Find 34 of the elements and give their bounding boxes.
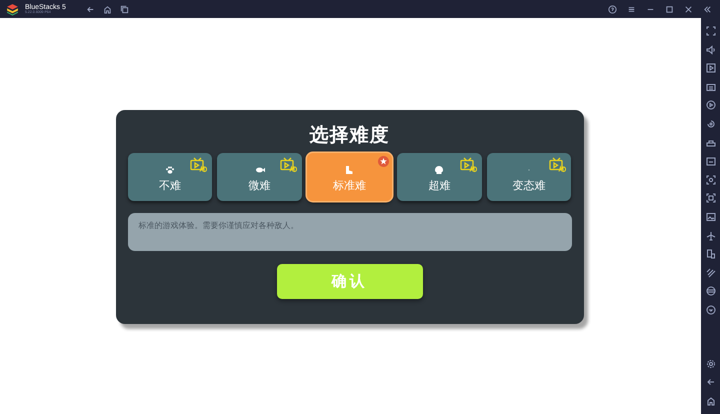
home-icon[interactable] [706,396,716,406]
capture-icon[interactable] [706,193,716,204]
description-text: 标准的游戏体验。需要你谨慎应对各种敌人。 [128,213,572,251]
back-icon[interactable] [86,4,95,14]
collapse-icon[interactable] [703,4,712,14]
dialog-title: 选择难度 [310,123,390,148]
back-icon[interactable] [706,377,716,388]
difficulty-option[interactable]: 不难 [128,153,212,201]
help-icon[interactable] [608,4,617,14]
app-logo [6,2,19,16]
close-icon[interactable] [684,4,693,14]
video-icon[interactable] [706,63,716,74]
difficulty-option[interactable]: 微难 [217,153,302,201]
screenshot-icon[interactable] [706,174,716,185]
settings-icon[interactable] [706,358,716,369]
menu-icon[interactable] [627,4,636,14]
record-icon[interactable] [706,100,716,110]
fullscreen-icon[interactable] [706,26,716,36]
pages-icon[interactable] [120,4,129,14]
paw-icon [166,166,174,174]
airplane-icon[interactable] [706,230,716,241]
shake-icon[interactable] [706,268,716,278]
volume-icon[interactable] [706,44,716,55]
skull-icon [435,166,444,174]
difficulty-option[interactable]: 变态难 [486,153,572,201]
difficulty-option[interactable]: 超难 [396,153,482,201]
star-badge-icon [378,156,389,167]
rotate-icon[interactable] [706,118,716,129]
devices-icon[interactable] [706,249,716,260]
maximize-icon[interactable] [665,4,674,14]
home-icon[interactable] [102,4,112,14]
boot-icon [346,166,353,174]
gallery-icon[interactable] [706,212,716,222]
fish-icon [256,168,265,172]
